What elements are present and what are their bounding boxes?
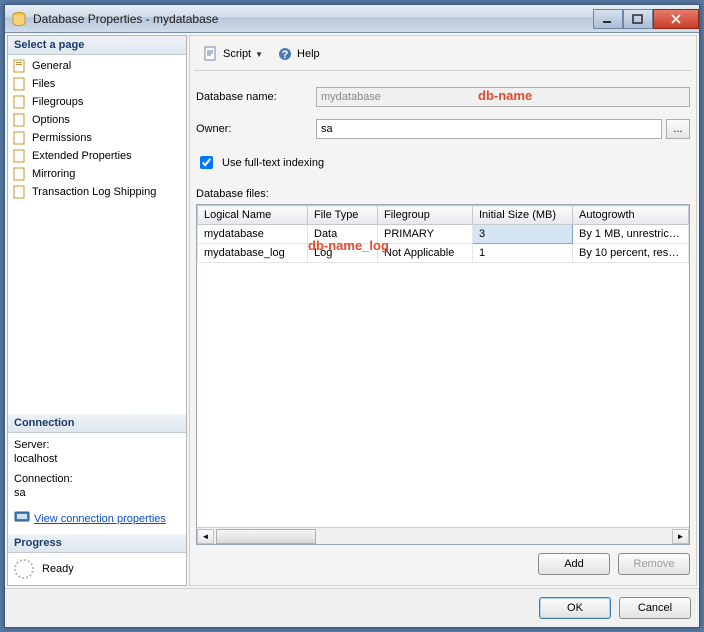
dialog-window: Database Properties - mydatabase Select … bbox=[4, 4, 700, 628]
titlebar[interactable]: Database Properties - mydatabase bbox=[5, 5, 699, 33]
sidebar-item-label: Permissions bbox=[32, 132, 92, 144]
scroll-right-icon[interactable]: ► bbox=[672, 529, 689, 544]
sidebar-item-permissions[interactable]: Permissions bbox=[8, 129, 186, 147]
table-row[interactable]: mydatabase Data PRIMARY 3 By 1 MB, unres… bbox=[198, 225, 689, 244]
sidebar-item-label: Filegroups bbox=[32, 96, 83, 108]
col-logical-name[interactable]: Logical Name bbox=[198, 206, 308, 225]
connection-value: sa bbox=[14, 487, 180, 499]
add-button[interactable]: Add bbox=[538, 553, 610, 575]
page-icon bbox=[12, 130, 28, 146]
fulltext-label: Use full-text indexing bbox=[222, 157, 324, 169]
help-icon: ? bbox=[277, 46, 293, 62]
sidebar: Select a page General Files Filegroups O… bbox=[7, 35, 187, 586]
col-file-type[interactable]: File Type bbox=[308, 206, 378, 225]
cell-fg[interactable]: PRIMARY bbox=[378, 225, 473, 244]
help-label: Help bbox=[297, 48, 320, 60]
col-initial-size[interactable]: Initial Size (MB) bbox=[473, 206, 573, 225]
close-button[interactable] bbox=[653, 9, 699, 29]
sidebar-item-transaction-log-shipping[interactable]: Transaction Log Shipping bbox=[8, 183, 186, 201]
sidebar-item-label: General bbox=[32, 60, 71, 72]
toolbar: Script ▼ ? Help bbox=[194, 40, 692, 68]
sidebar-item-filegroups[interactable]: Filegroups bbox=[8, 93, 186, 111]
ok-button[interactable]: OK bbox=[539, 597, 611, 619]
owner-browse-button[interactable]: ... bbox=[666, 119, 690, 139]
sidebar-item-options[interactable]: Options bbox=[8, 111, 186, 129]
cell-fg[interactable]: Not Applicable bbox=[378, 244, 473, 263]
chevron-down-icon: ▼ bbox=[255, 50, 263, 59]
script-label: Script bbox=[223, 48, 251, 60]
sidebar-item-label: Files bbox=[32, 78, 55, 90]
progress-spinner-icon bbox=[14, 559, 34, 579]
sidebar-item-label: Options bbox=[32, 114, 70, 126]
window-title: Database Properties - mydatabase bbox=[33, 12, 593, 26]
page-icon bbox=[12, 112, 28, 128]
sidebar-item-general[interactable]: General bbox=[8, 57, 186, 75]
sidebar-item-label: Mirroring bbox=[32, 168, 75, 180]
minimize-button[interactable] bbox=[593, 9, 623, 29]
main-panel: Script ▼ ? Help Database name: Owner: bbox=[189, 35, 697, 586]
db-name-label: Database name: bbox=[196, 91, 316, 103]
svg-text:?: ? bbox=[282, 49, 289, 61]
page-list: General Files Filegroups Options Permiss… bbox=[8, 55, 186, 203]
page-icon bbox=[12, 184, 28, 200]
cell-logical[interactable]: mydatabase bbox=[198, 225, 308, 244]
cell-ftype[interactable]: Data bbox=[308, 225, 378, 244]
help-button[interactable]: ? Help bbox=[272, 43, 325, 65]
connection-icon bbox=[14, 509, 30, 528]
scroll-thumb[interactable] bbox=[216, 529, 316, 544]
cell-ag[interactable]: By 1 MB, unrestricted growth bbox=[573, 225, 689, 244]
sidebar-item-extended-properties[interactable]: Extended Properties bbox=[8, 147, 186, 165]
page-icon bbox=[12, 58, 28, 74]
owner-label: Owner: bbox=[196, 123, 316, 135]
cell-logical[interactable]: mydatabase_log bbox=[198, 244, 308, 263]
col-autogrowth[interactable]: Autogrowth bbox=[573, 206, 689, 225]
cell-ftype[interactable]: Log bbox=[308, 244, 378, 263]
view-connection-properties-link[interactable]: View connection properties bbox=[34, 513, 166, 525]
progress-header: Progress bbox=[8, 534, 186, 553]
server-value: localhost bbox=[14, 453, 180, 465]
connection-header: Connection bbox=[8, 414, 186, 433]
database-files-grid[interactable]: Logical Name File Type Filegroup Initial… bbox=[196, 204, 690, 545]
col-filegroup[interactable]: Filegroup bbox=[378, 206, 473, 225]
cell-size[interactable]: 3 bbox=[473, 225, 573, 244]
script-icon bbox=[203, 46, 219, 62]
cell-ag[interactable]: By 10 percent, restricted growth bbox=[573, 244, 689, 263]
sidebar-item-files[interactable]: Files bbox=[8, 75, 186, 93]
horizontal-scrollbar[interactable]: ◄ ► bbox=[197, 527, 689, 544]
page-icon bbox=[12, 94, 28, 110]
sidebar-item-label: Transaction Log Shipping bbox=[32, 186, 156, 198]
maximize-button[interactable] bbox=[623, 9, 653, 29]
page-icon bbox=[12, 148, 28, 164]
fulltext-checkbox[interactable] bbox=[200, 156, 213, 169]
owner-input[interactable] bbox=[316, 119, 662, 139]
script-button[interactable]: Script ▼ bbox=[198, 43, 268, 65]
app-icon bbox=[11, 11, 27, 27]
cancel-button[interactable]: Cancel bbox=[619, 597, 691, 619]
page-icon bbox=[12, 166, 28, 182]
table-row[interactable]: mydatabase_log Log Not Applicable 1 By 1… bbox=[198, 244, 689, 263]
connection-label: Connection: bbox=[14, 473, 180, 485]
dialog-footer: OK Cancel bbox=[5, 588, 699, 627]
progress-status: Ready bbox=[42, 563, 74, 575]
sidebar-item-mirroring[interactable]: Mirroring bbox=[8, 165, 186, 183]
scroll-left-icon[interactable]: ◄ bbox=[197, 529, 214, 544]
cell-size[interactable]: 1 bbox=[473, 244, 573, 263]
page-icon bbox=[12, 76, 28, 92]
sidebar-item-label: Extended Properties bbox=[32, 150, 132, 162]
select-page-header: Select a page bbox=[8, 36, 186, 55]
server-label: Server: bbox=[14, 439, 180, 451]
db-name-input bbox=[316, 87, 690, 107]
database-files-label: Database files: bbox=[196, 188, 690, 200]
remove-button: Remove bbox=[618, 553, 690, 575]
